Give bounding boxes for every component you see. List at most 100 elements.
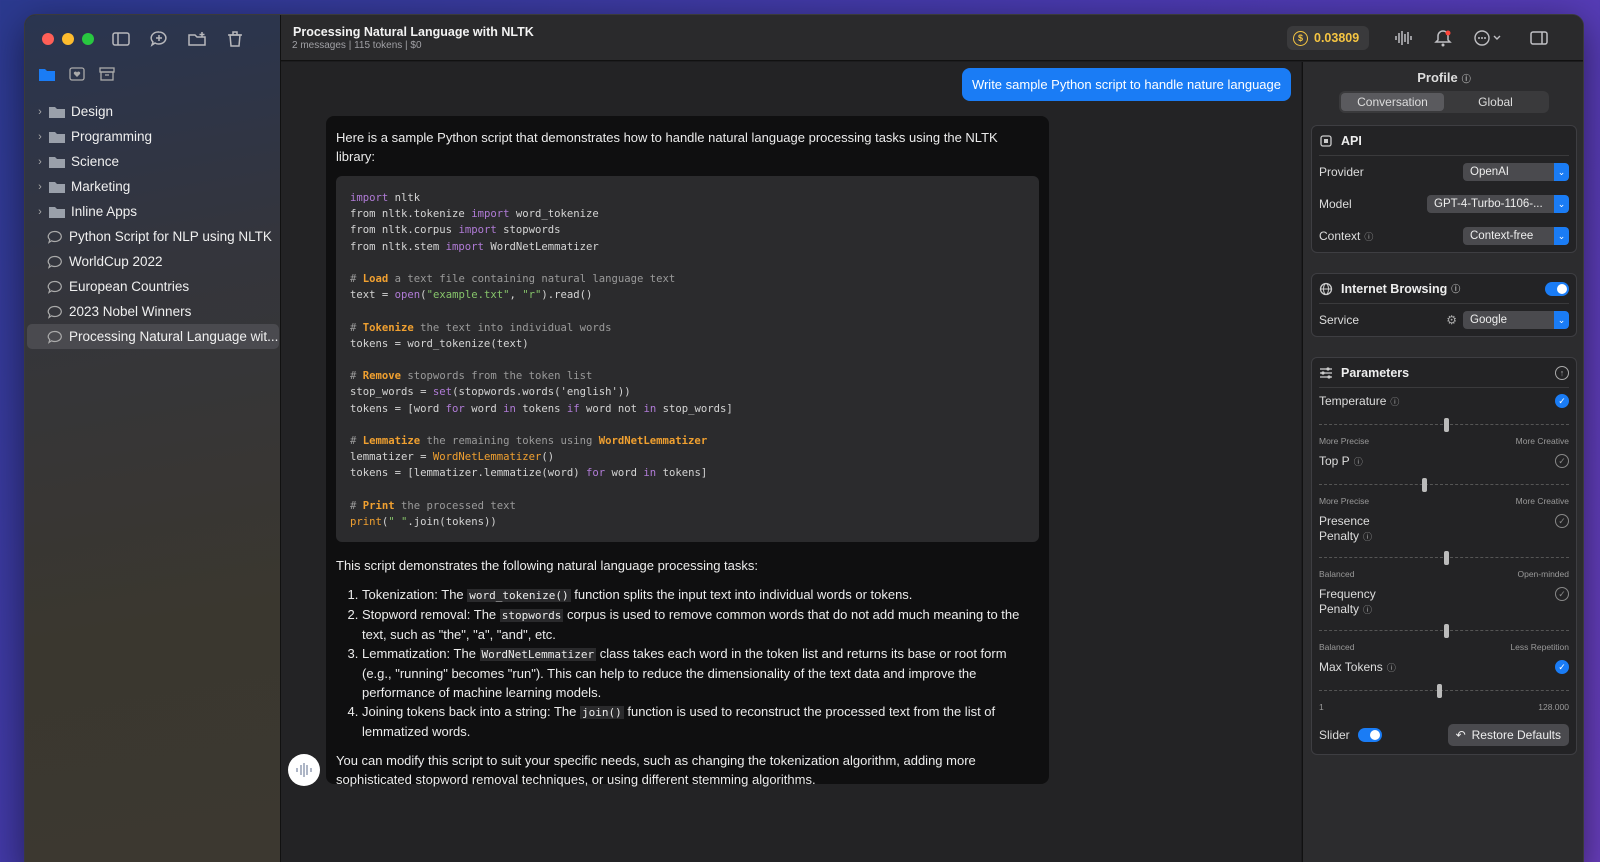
conversation-title: Processing Natural Language with NLTK <box>293 25 534 39</box>
range-labels: More Precise More Creative <box>1319 436 1569 448</box>
conversation-item[interactable]: 2023 Nobel Winners <box>27 299 279 324</box>
context-select[interactable]: Context-free ⌄ <box>1463 227 1569 245</box>
parameter-slider[interactable] <box>1319 682 1569 700</box>
slider-knob[interactable] <box>1444 418 1449 432</box>
bell-icon[interactable] <box>1433 28 1453 48</box>
tab-conversation[interactable]: Conversation <box>1341 93 1444 111</box>
conversation-item[interactable]: Python Script for NLP using NLTK <box>27 224 279 249</box>
list-text: function splits the input text into indi… <box>570 587 913 602</box>
parameter-item: Temperature ⓘ ✓ More Precise More Creative <box>1319 388 1569 448</box>
chat-bubble-icon <box>47 330 62 344</box>
assistant-outro: You can modify this script to suit your … <box>336 753 976 787</box>
favorites-tab-icon[interactable] <box>69 67 85 81</box>
panel-title-text: Profile <box>1417 70 1458 85</box>
inspector-toggle-icon[interactable] <box>1529 28 1549 48</box>
info-icon[interactable]: ⓘ <box>1363 605 1372 615</box>
parameter-slider[interactable] <box>1319 476 1569 494</box>
folder-item[interactable]: › Inline Apps <box>27 199 279 224</box>
parameter-item: Frequency Penalty ⓘ ✓ Balanced Less Repetiti… <box>1319 581 1569 654</box>
range-min-label: More Precise <box>1319 436 1370 446</box>
folder-item[interactable]: › Science <box>27 149 279 174</box>
inline-code: join() <box>580 706 624 719</box>
cost-badge[interactable]: $ 0.03809 <box>1287 26 1370 50</box>
tree-item-label: Processing Natural Language wit... <box>69 329 279 344</box>
minimize-window-button[interactable] <box>62 33 74 45</box>
folder-item[interactable]: › Programming <box>27 124 279 149</box>
parameters-title-wrap: Parameters <box>1319 366 1409 380</box>
parameter-slider[interactable] <box>1319 416 1569 434</box>
parameter-slider[interactable] <box>1319 622 1569 640</box>
trash-icon[interactable] <box>225 29 245 49</box>
tab-global[interactable]: Global <box>1444 93 1547 111</box>
zoom-window-button[interactable] <box>82 33 94 45</box>
check-icon[interactable]: ✓ <box>1555 514 1569 528</box>
info-icon[interactable]: ⓘ <box>1363 532 1372 542</box>
info-icon[interactable]: ⓘ <box>1354 457 1363 467</box>
folders-tab-icon[interactable] <box>39 67 55 81</box>
range-min-label: Balanced <box>1319 569 1355 579</box>
service-select[interactable]: Google ⌄ <box>1463 311 1569 329</box>
info-icon[interactable]: ⓘ <box>1390 397 1399 407</box>
check-icon[interactable]: ✓ <box>1555 660 1569 674</box>
range-max-label: Open-minded <box>1517 569 1569 579</box>
upload-icon[interactable]: ↑ <box>1555 365 1569 380</box>
folder-item[interactable]: › Design <box>27 99 279 124</box>
code-block[interactable]: import nltk from nltk.tokenize import wo… <box>336 176 1039 542</box>
browsing-card: Internet Browsing ⓘ Service ⚙ Google ⌄ <box>1311 273 1577 337</box>
chat-bubble-icon <box>47 255 62 269</box>
gear-icon[interactable]: ⚙ <box>1446 313 1457 327</box>
globe-icon <box>1319 282 1333 295</box>
info-icon[interactable]: ⓘ <box>1462 74 1471 84</box>
slider-knob[interactable] <box>1444 551 1449 565</box>
undo-icon: ↶ <box>1455 728 1466 742</box>
assistant-summary: This script demonstrates the following n… <box>336 558 758 573</box>
check-icon[interactable]: ✓ <box>1555 454 1569 468</box>
parameter-label: Temperature <box>1319 394 1387 408</box>
browsing-title-wrap: Internet Browsing ⓘ <box>1319 282 1460 296</box>
assistant-message[interactable]: Here is a sample Python script that demo… <box>326 116 1049 787</box>
archive-tab-icon[interactable] <box>99 67 115 81</box>
context-label: Context <box>1319 229 1361 243</box>
provider-select[interactable]: OpenAI ⌄ <box>1463 163 1569 181</box>
parameter-header: Presence Penalty ⓘ ✓ <box>1319 514 1569 545</box>
slider-knob[interactable] <box>1436 684 1442 698</box>
waveform-icon[interactable] <box>1393 28 1413 48</box>
conversation-item[interactable]: Processing Natural Language wit... <box>27 324 279 349</box>
sidebar-toggle-icon[interactable] <box>111 29 131 49</box>
more-options-icon[interactable] <box>1473 28 1503 48</box>
chevron-right-icon[interactable]: › <box>33 206 47 218</box>
folder-item[interactable]: › Marketing <box>27 174 279 199</box>
slider-knob[interactable] <box>1421 478 1427 492</box>
app-window: › Design › Programming › Science › Marketing › In… <box>24 14 1584 862</box>
chevron-right-icon[interactable]: › <box>33 156 47 168</box>
folder-icon <box>49 106 65 118</box>
chevron-right-icon[interactable]: › <box>33 106 47 118</box>
model-label: Model <box>1319 197 1352 211</box>
new-chat-icon[interactable] <box>149 29 169 49</box>
info-icon[interactable]: ⓘ <box>1451 282 1460 295</box>
conversation-item[interactable]: WorldCup 2022 <box>27 249 279 274</box>
info-icon[interactable]: ⓘ <box>1364 232 1373 242</box>
check-icon[interactable]: ✓ <box>1555 394 1569 408</box>
conversation-item[interactable]: European Countries <box>27 274 279 299</box>
info-icon[interactable]: ⓘ <box>1387 663 1396 673</box>
parameter-label-wrap: Frequency Penalty ⓘ <box>1319 587 1379 618</box>
chevron-right-icon[interactable]: › <box>33 131 47 143</box>
range-labels: 1 128.000 <box>1319 702 1569 714</box>
browsing-toggle[interactable] <box>1545 281 1569 296</box>
check-icon[interactable]: ✓ <box>1555 587 1569 601</box>
close-window-button[interactable] <box>42 33 54 45</box>
user-message[interactable]: Write sample Python script to handle nat… <box>961 68 1291 101</box>
task-list: Tokenization: The word_tokenize() functi… <box>362 585 1039 741</box>
parameter-slider[interactable] <box>1319 549 1569 567</box>
chevron-right-icon[interactable]: › <box>33 181 47 193</box>
new-folder-icon[interactable] <box>187 29 207 49</box>
slider-knob[interactable] <box>1444 624 1449 638</box>
chevron-down-icon: ⌄ <box>1554 195 1569 213</box>
model-select[interactable]: GPT-4-Turbo-1106-... ⌄ <box>1427 195 1569 213</box>
range-max-label: More Creative <box>1515 496 1569 506</box>
slider-toggle[interactable] <box>1357 728 1382 742</box>
range-labels: Balanced Less Repetition <box>1319 642 1569 654</box>
restore-defaults-button[interactable]: ↶ Restore Defaults <box>1447 724 1569 746</box>
parameter-header: Frequency Penalty ⓘ ✓ <box>1319 587 1569 618</box>
